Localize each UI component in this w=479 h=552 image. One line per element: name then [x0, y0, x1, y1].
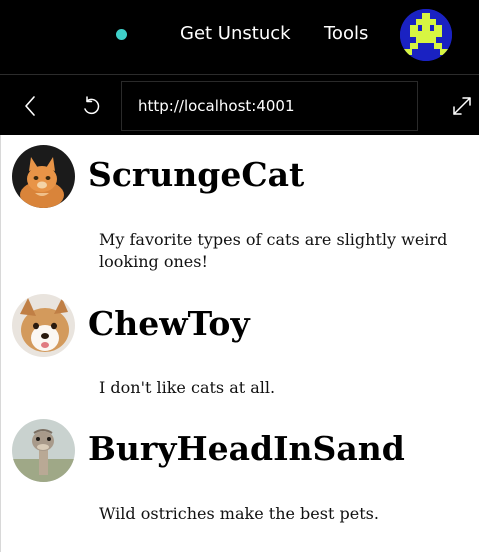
- pixel-invader-avatar-icon: [400, 9, 452, 61]
- expand-button[interactable]: [449, 93, 475, 119]
- cat-avatar: [12, 145, 75, 208]
- post-author: BuryHeadInSand: [88, 429, 405, 468]
- ostrich-avatar: [12, 419, 75, 482]
- nav-get-unstuck[interactable]: Get Unstuck: [180, 23, 291, 45]
- dog-photo-icon: [12, 294, 75, 357]
- refresh-icon: [84, 96, 100, 115]
- browser-toolbar: http://localhost:4001: [0, 74, 479, 135]
- refresh-button[interactable]: [78, 93, 104, 119]
- address-bar[interactable]: http://localhost:4001: [121, 81, 418, 131]
- post-author: ScrungeCat: [88, 155, 305, 194]
- post-author: ChewToy: [88, 304, 250, 343]
- page-content: ScrungeCat My favorite types of cats are…: [0, 135, 479, 552]
- back-button[interactable]: [18, 93, 44, 119]
- top-navigation: Get Unstuck Tools: [0, 0, 479, 74]
- nav-tools[interactable]: Tools: [324, 23, 368, 45]
- post-text: Wild ostriches make the best pets.: [99, 504, 379, 523]
- post-text: I don't like cats at all.: [99, 378, 276, 397]
- expand-icon: [453, 97, 471, 115]
- url-text: http://localhost:4001: [138, 97, 295, 115]
- dog-avatar: [12, 294, 75, 357]
- ostrich-photo-icon: [12, 419, 75, 482]
- status-dot: [116, 29, 127, 40]
- cat-photo-icon: [12, 145, 75, 208]
- chevron-left-icon: [25, 96, 35, 116]
- post-text: My favorite types of cats are slightly w…: [99, 230, 448, 271]
- user-avatar[interactable]: [400, 9, 452, 61]
